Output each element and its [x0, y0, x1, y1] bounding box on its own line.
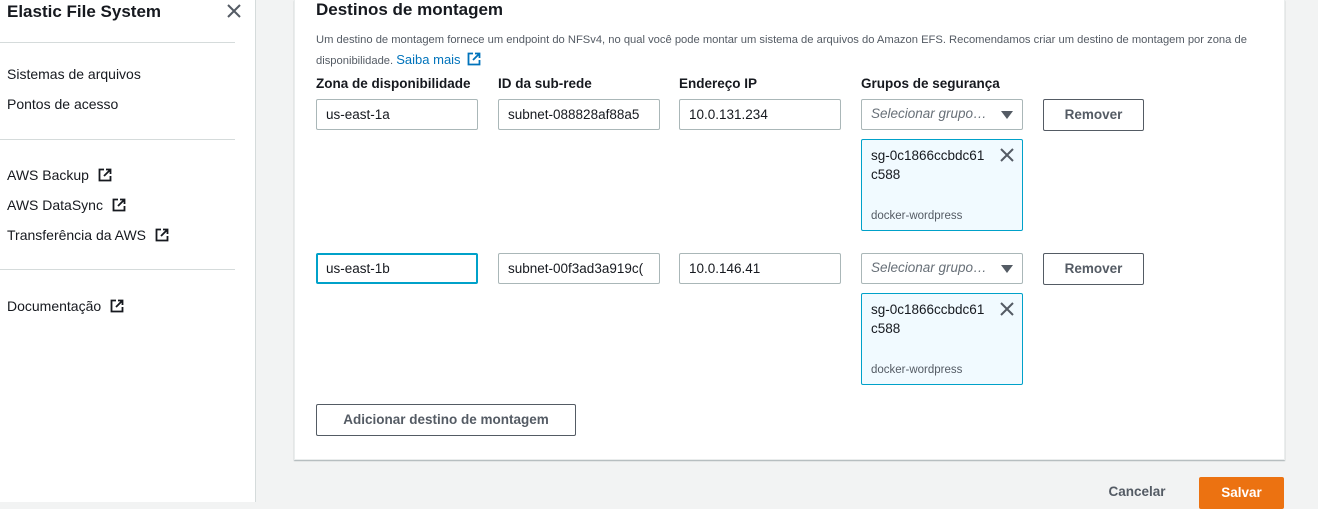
security-group-select[interactable]: Selecionar grupo…	[861, 99, 1023, 130]
token-group-id: sg-0c1866ccbdc61c588	[871, 148, 985, 182]
sidebar-divider	[0, 269, 235, 270]
sidebar-item-label: AWS DataSync	[7, 197, 103, 213]
learn-more-link[interactable]: Saiba mais	[396, 52, 481, 67]
sidebar-item-aws-backup[interactable]: AWS Backup	[7, 167, 112, 183]
caret-down-icon	[1001, 111, 1013, 119]
close-icon[interactable]	[999, 147, 1015, 163]
remove-button[interactable]: Remover	[1043, 99, 1144, 131]
mount-targets-panel: Destinos de montagem Um destino de monta…	[294, 0, 1285, 460]
sidebar-item-label: Sistemas de arquivos	[7, 66, 141, 82]
add-mount-target-button[interactable]: Adicionar destino de montagem	[316, 404, 576, 436]
security-group-token: sg-0c1866ccbdc61c588 docker-wordpress	[861, 139, 1023, 231]
external-link-icon	[98, 168, 112, 182]
zone-input[interactable]: us-east-1b	[316, 253, 478, 284]
sidebar-item-label: Pontos de acesso	[7, 96, 119, 112]
sidebar-divider	[0, 139, 235, 140]
close-icon[interactable]	[225, 2, 243, 20]
column-header-subnet: ID da sub-rede	[498, 76, 592, 91]
token-group-name: docker-wordpress	[871, 364, 963, 376]
subnet-input[interactable]: subnet-00f3ad3a919c(	[498, 253, 660, 284]
column-header-ip: Endereço IP	[679, 76, 758, 91]
column-header-zone: Zona de disponibilidade	[316, 76, 471, 91]
sidebar-item-documentation[interactable]: Documentação	[7, 298, 124, 314]
column-header-security-groups: Grupos de segurança	[861, 76, 1000, 91]
caret-down-icon	[1001, 265, 1013, 273]
external-link-icon	[110, 299, 124, 313]
sidebar-item-file-systems[interactable]: Sistemas de arquivos	[7, 66, 141, 82]
external-link-icon	[155, 228, 169, 242]
token-group-id: sg-0c1866ccbdc61c588	[871, 302, 985, 336]
sidebar-header: Elastic File System	[7, 0, 247, 24]
save-button[interactable]: Salvar	[1199, 477, 1284, 509]
select-placeholder: Selecionar grupo…	[871, 106, 987, 121]
external-link-icon	[112, 198, 126, 212]
security-group-token: sg-0c1866ccbdc61c588 docker-wordpress	[861, 293, 1023, 385]
sidebar-item-label: Transferência da AWS	[7, 227, 147, 243]
ip-address-input[interactable]: 10.0.146.41	[679, 253, 841, 284]
panel-title: Destinos de montagem	[316, 0, 504, 19]
token-group-name: docker-wordpress	[871, 210, 963, 222]
sidebar-divider	[0, 42, 235, 43]
external-link-icon	[467, 52, 481, 66]
sidebar-title: Elastic File System	[7, 2, 162, 21]
select-placeholder: Selecionar grupo…	[871, 260, 987, 275]
remove-button[interactable]: Remover	[1043, 253, 1144, 285]
zone-input[interactable]: us-east-1a	[316, 99, 478, 130]
learn-more-label: Saiba mais	[396, 52, 461, 67]
ip-address-input[interactable]: 10.0.131.234	[679, 99, 841, 130]
close-icon[interactable]	[999, 301, 1015, 317]
sidebar-item-label: Documentação	[7, 298, 102, 314]
security-group-select[interactable]: Selecionar grupo…	[861, 253, 1023, 284]
sidebar-item-aws-transfer[interactable]: Transferência da AWS	[7, 227, 169, 243]
subnet-input[interactable]: subnet-088828af88a5	[498, 99, 660, 130]
panel-description: Um destino de montagem fornece um endpoi…	[316, 31, 1271, 71]
sidebar-item-label: AWS Backup	[7, 167, 89, 183]
sidebar-item-aws-datasync[interactable]: AWS DataSync	[7, 197, 126, 213]
side-navigation: Elastic File System Sistemas de arquivos…	[0, 0, 256, 502]
sidebar-item-access-points[interactable]: Pontos de acesso	[7, 96, 118, 112]
